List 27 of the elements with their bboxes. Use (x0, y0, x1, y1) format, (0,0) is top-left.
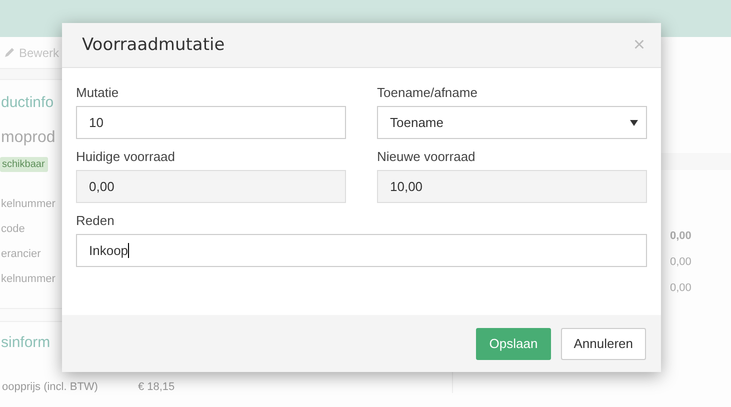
input-field[interactable]: Inkoop (76, 234, 647, 267)
amount-value: 0,00 (670, 229, 692, 244)
dialog-title: Voorraadmutatie (82, 35, 225, 55)
field-label: Reden (76, 213, 116, 229)
input-field[interactable]: 10,00 (377, 170, 647, 203)
price-value: € 18,15 (138, 381, 175, 393)
field-label: Toename/afname (377, 85, 478, 101)
section-title: ductinfo (1, 94, 54, 111)
section-title: sinform (1, 334, 50, 351)
field-label: Nieuwe voorraad (377, 149, 476, 165)
status-badge: schikbaar (0, 157, 48, 172)
input-field[interactable]: 10 (76, 106, 346, 139)
input-field[interactable]: 0,00 (76, 170, 346, 203)
caret-icon (630, 120, 638, 126)
amount-value: 0,00 (670, 255, 692, 270)
amount-value: 0,00 (670, 281, 692, 296)
price-label: oopprijs (incl. BTW) (2, 381, 98, 393)
field-label: kelnummer (1, 197, 56, 212)
field-label: Mutatie (76, 85, 120, 101)
pencil-icon (4, 47, 15, 58)
field-label: Huidige voorraad (76, 149, 176, 165)
select-field[interactable]: Toename (377, 106, 647, 139)
cancel-button[interactable]: Annuleren (560, 328, 646, 360)
field-label: kelnummer (1, 272, 56, 287)
product-name: moprod (1, 129, 56, 147)
field-label: code (1, 222, 26, 237)
field-label: erancier (1, 247, 42, 262)
